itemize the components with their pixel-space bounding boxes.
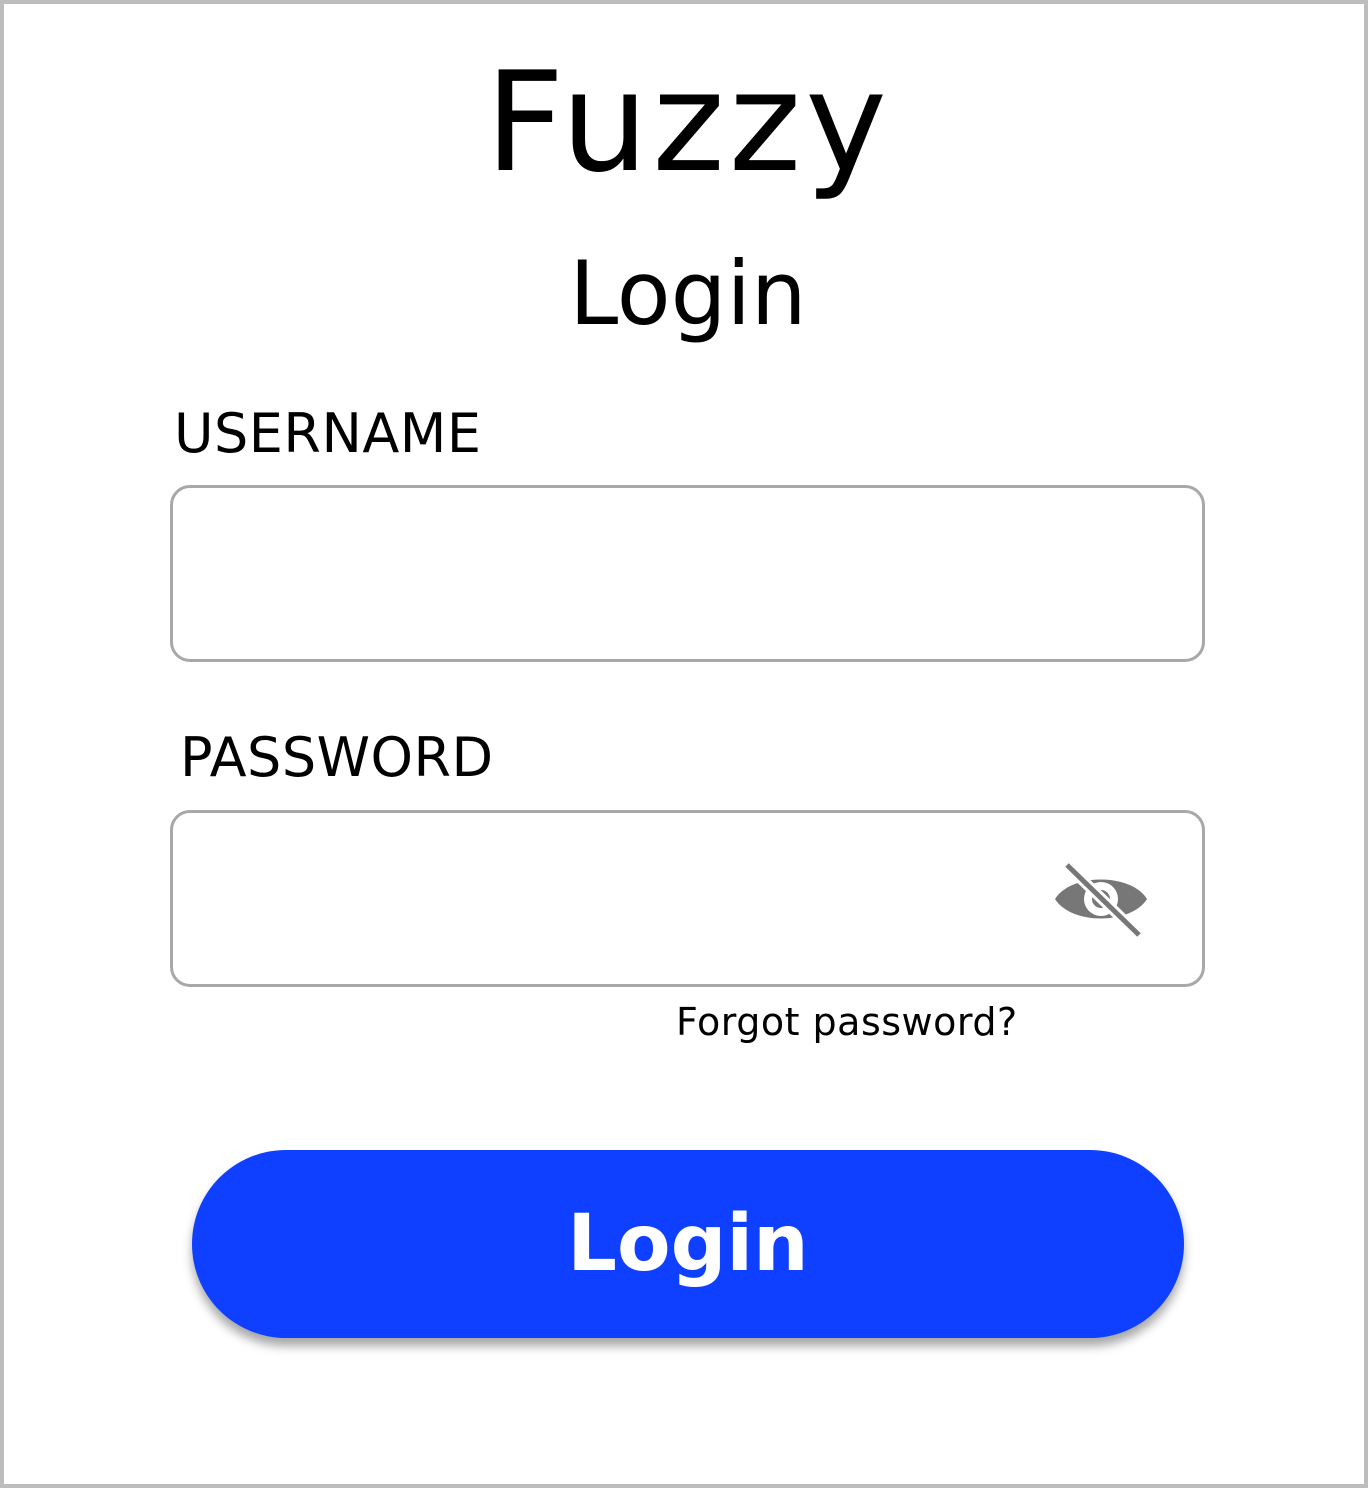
password-input[interactable] [197,813,1037,984]
forgot-password-link[interactable]: Forgot password? [676,998,1018,1046]
password-field-container[interactable] [170,810,1205,987]
login-button[interactable]: Login [192,1150,1184,1338]
app-title: Fuzzy [485,42,891,203]
username-label: USERNAME [174,402,482,465]
page-title: Login [569,242,807,345]
login-screen: Fuzzy Login USERNAME PASSWORD Forgot pas… [0,0,1368,1488]
password-label: PASSWORD [180,726,494,789]
username-field-container[interactable] [170,485,1205,662]
username-input[interactable] [197,488,1177,659]
eye-off-icon[interactable] [1053,861,1149,941]
